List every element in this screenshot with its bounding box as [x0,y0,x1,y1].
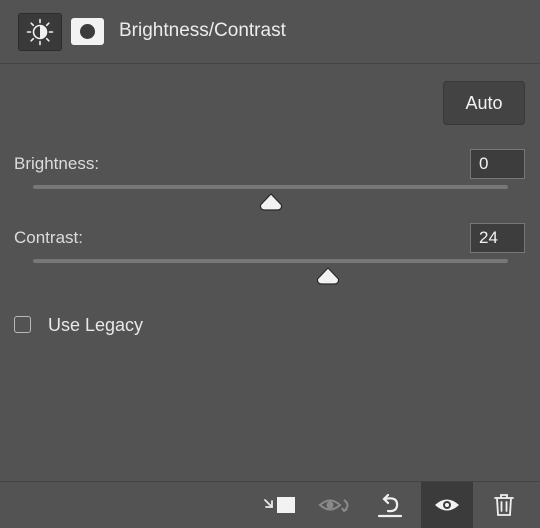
contrast-label: Contrast: [14,228,83,247]
use-legacy-checkbox[interactable] [14,316,31,333]
layer-mask-icon[interactable] [71,18,104,45]
clip-to-layer-icon[interactable] [262,494,298,523]
brightness-input[interactable]: 0 [470,149,525,179]
visibility-toggle-button[interactable] [421,482,473,528]
contrast-slider-thumb[interactable] [316,267,340,285]
reset-icon[interactable] [376,493,406,525]
brightness-slider-track[interactable] [33,185,508,189]
visibility-eye-icon [434,496,460,519]
contrast-input[interactable]: 24 [470,223,525,253]
properties-header: Brightness/Contrast [0,0,540,64]
brightness-slider-thumb[interactable] [259,193,283,211]
use-legacy-label: Use Legacy [48,315,144,335]
contrast-slider-track[interactable] [33,259,508,263]
panel-footer [0,481,540,528]
panel-title: Brightness/Contrast [119,20,286,41]
brightness-contrast-icon[interactable] [18,13,62,51]
view-previous-state-icon[interactable] [318,494,356,523]
auto-button[interactable]: Auto [443,81,525,125]
brightness-label: Brightness: [14,154,100,173]
trash-icon[interactable] [493,493,515,522]
